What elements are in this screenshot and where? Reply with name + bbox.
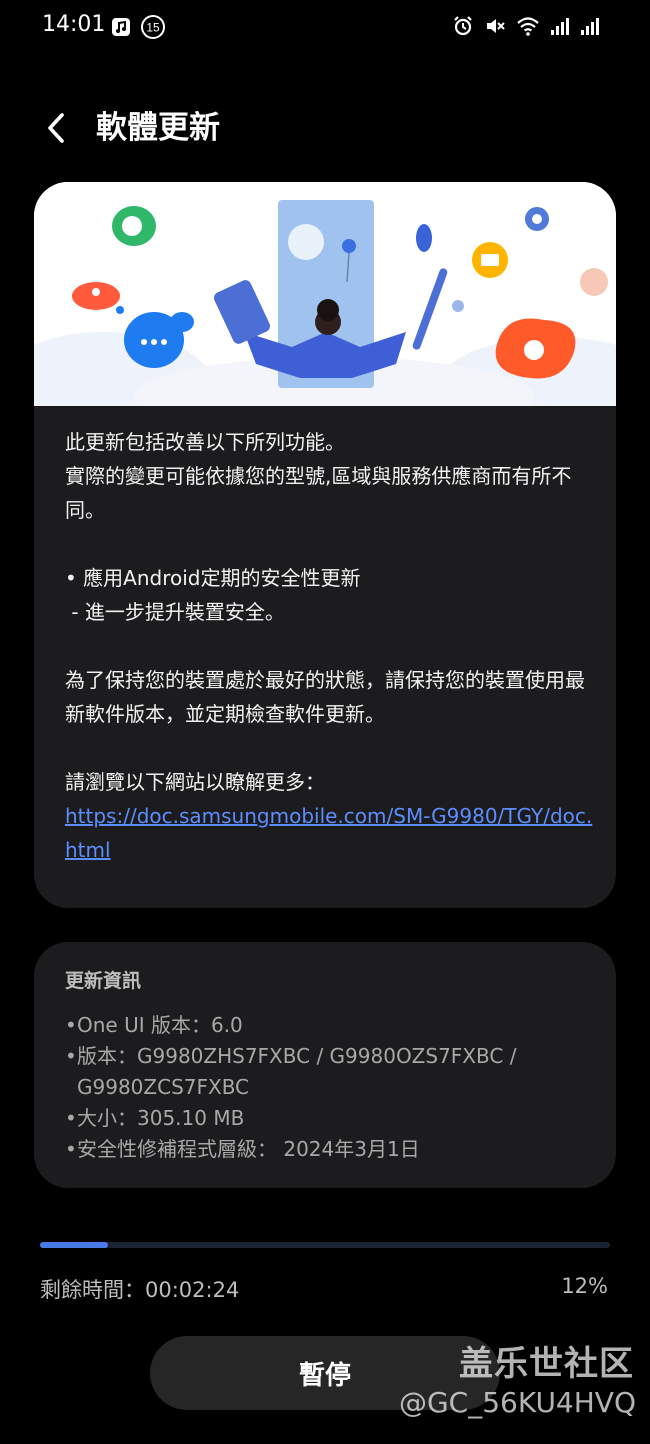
notes-paragraph-2: 為了保持您的裝置處於最好的狀態，請保持您的裝置使用最新軟件版本，並定期檢查軟件更… [65, 668, 585, 726]
signal-icon [550, 16, 570, 36]
release-notes-text: 此更新包括改善以下所列功能。 實際的變更可能依據您的型號,區域與服務供應商而有所… [65, 425, 595, 867]
release-notes-link[interactable]: https://doc.samsungmobile.com/SM-G9980/T… [65, 804, 592, 862]
notes-bullet-1-sub: - 進一步提升裝置安全。 [65, 600, 285, 624]
notification-count-icon: 15 [140, 14, 166, 40]
update-info-list: • One UI 版本：6.0 • 版本：G9980ZHS7FXBC / G9980… [65, 1010, 595, 1165]
notification-count: 15 [146, 21, 160, 35]
mute-icon [484, 15, 506, 37]
info-item-build-version: • 版本：G9980ZHS7FXBC / G9980OZS7FXBC / G998… [65, 1044, 517, 1099]
progress-percent: 12% [561, 1274, 608, 1298]
info-item-size: • 大小：305.10 MB [65, 1106, 245, 1130]
download-progress-bar [40, 1242, 610, 1248]
app-header: 軟體更新 [0, 96, 650, 160]
chevron-left-icon [48, 113, 64, 143]
notes-more-info: 請瀏覽以下網站以瞭解更多： [65, 770, 325, 794]
page-title: 軟體更新 [96, 110, 220, 146]
progress-fill [40, 1242, 109, 1248]
watermark-community: 盖乐世社区 [459, 1344, 634, 1384]
update-info-card: 更新資訊 • One UI 版本：6.0 • 版本：G9980ZHS7FXBC / … [34, 942, 616, 1188]
status-time: 14:01 [42, 12, 106, 37]
watermark-handle: @GC_56KU4HVQ [398, 1386, 636, 1419]
release-notes-card: 此更新包括改善以下所列功能。 實際的變更可能依據您的型號,區域與服務供應商而有所… [34, 182, 616, 908]
notes-line-1: 此更新包括改善以下所列功能。 [65, 430, 345, 454]
notes-bullet-1: • 應用Android定期的安全性更新 [65, 566, 361, 590]
pause-button-label: 暫停 [298, 1360, 351, 1391]
wifi-icon [516, 15, 540, 37]
alarm-icon [452, 15, 474, 37]
signal-icon [580, 16, 600, 36]
remaining-time: 剩餘時間：00:02:24 [40, 1278, 240, 1302]
hero-illustration [34, 182, 616, 447]
back-button[interactable] [36, 106, 76, 150]
status-left-icons: 15 [110, 14, 166, 40]
update-info-title: 更新資訊 [65, 970, 142, 992]
notes-line-2: 實際的變更可能依據您的型號,區域與服務供應商而有所不同。 [65, 464, 572, 522]
info-item-security-patch: • 安全性修補程式層級： 2024年3月1日 [65, 1137, 420, 1161]
status-right-icons [452, 15, 600, 37]
info-item-one-ui-version: • One UI 版本：6.0 [65, 1013, 243, 1037]
status-bar: 14:01 15 [0, 0, 650, 56]
music-note-icon [110, 16, 132, 38]
